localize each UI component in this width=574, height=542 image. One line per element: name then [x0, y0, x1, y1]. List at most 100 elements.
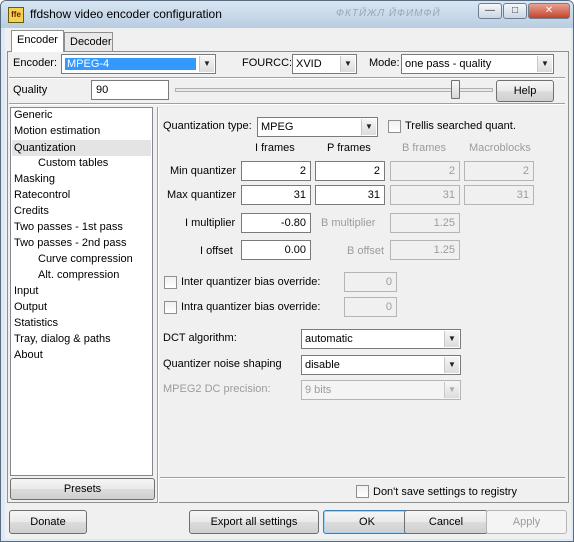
- minimize-button[interactable]: —: [478, 3, 502, 19]
- col-header-i-frames: I frames: [255, 142, 295, 154]
- quantization-type-select[interactable]: MPEG ▼: [257, 117, 378, 137]
- sidebar-item-alt-compression[interactable]: Alt. compression: [38, 269, 119, 281]
- sidebar-item-motion-estimation[interactable]: Motion estimation: [14, 125, 100, 137]
- inter-bias-override-input: 0: [344, 272, 397, 292]
- max-quantizer-p-input[interactable]: 31: [315, 185, 385, 205]
- donate-button[interactable]: Donate: [9, 510, 87, 534]
- dont-save-registry-checkbox[interactable]: [356, 485, 369, 498]
- quality-label: Quality: [13, 84, 48, 96]
- col-header-p-frames: P frames: [327, 142, 371, 154]
- noise-shaping-label: Quantizer noise shaping: [163, 358, 282, 370]
- sidebar-item-ratecontrol[interactable]: Ratecontrol: [14, 189, 70, 201]
- sidebar-divider: [157, 107, 159, 503]
- dont-save-registry-label: Don't save settings to registry: [373, 486, 517, 498]
- maximize-icon: □: [511, 5, 519, 16]
- intra-bias-override-checkbox[interactable]: [164, 301, 177, 314]
- footer-separator: [160, 477, 565, 479]
- noise-shaping-value: disable: [305, 359, 340, 371]
- dct-algorithm-value: automatic: [305, 333, 353, 345]
- close-icon: ✕: [544, 5, 554, 16]
- inter-bias-override-label: Inter quantizer bias override:: [181, 276, 321, 288]
- chevron-down-icon: ▼: [340, 56, 355, 72]
- intra-bias-override-label: Intra quantizer bias override:: [181, 301, 321, 313]
- b-multiplier-label: B multiplier: [321, 217, 376, 229]
- sidebar-item-two-passes-2nd[interactable]: Two passes - 2nd pass: [14, 237, 127, 249]
- maximize-button[interactable]: □: [503, 3, 527, 19]
- sidebar-item-quantization[interactable]: Quantization: [12, 140, 151, 156]
- i-offset-input[interactable]: 0.00: [241, 240, 311, 260]
- min-quantizer-i-input[interactable]: 2: [241, 161, 311, 181]
- fourcc-select[interactable]: XVID ▼: [292, 54, 357, 74]
- min-quantizer-macroblocks-input: 2: [464, 161, 534, 181]
- sidebar-item-generic[interactable]: Generic: [14, 109, 53, 121]
- sidebar-item-credits[interactable]: Credits: [14, 205, 49, 217]
- i-offset-label: I offset: [200, 245, 233, 257]
- chevron-down-icon: ▼: [444, 331, 459, 347]
- dct-algorithm-label: DCT algorithm:: [163, 332, 237, 344]
- encoder-select-value: MPEG-4: [65, 58, 196, 70]
- ffdshow-app-icon[interactable]: ffe: [8, 7, 24, 23]
- dct-algorithm-select[interactable]: automatic ▼: [301, 329, 461, 349]
- sidebar-item-curve-compression[interactable]: Curve compression: [38, 253, 133, 265]
- sidebar-item-about[interactable]: About: [14, 349, 43, 361]
- obscured-title-text: ФКТЙЖЛ ЙФИМФЙ: [336, 8, 441, 19]
- col-header-b-frames: B frames: [402, 142, 447, 154]
- close-button[interactable]: ✕: [528, 3, 570, 19]
- max-quantizer-b-input: 31: [390, 185, 460, 205]
- presets-button[interactable]: Presets: [10, 478, 155, 500]
- chevron-down-icon: ▼: [444, 357, 459, 373]
- minimize-icon: —: [485, 5, 495, 16]
- quality-input[interactable]: 90: [91, 80, 169, 100]
- i-multiplier-label: I multiplier: [185, 217, 236, 229]
- max-quantizer-i-input[interactable]: 31: [241, 185, 311, 205]
- intra-bias-override-input: 0: [344, 297, 397, 317]
- trellis-checkbox[interactable]: [388, 120, 401, 133]
- fourcc-label: FOURCC:: [242, 57, 293, 69]
- sidebar-item-custom-tables[interactable]: Custom tables: [38, 157, 108, 169]
- apply-button: Apply: [486, 510, 567, 534]
- mpeg2-dc-precision-label: MPEG2 DC precision:: [163, 383, 271, 395]
- i-multiplier-input[interactable]: -0.80: [241, 213, 311, 233]
- sidebar-item-two-passes-1st[interactable]: Two passes - 1st pass: [14, 221, 123, 233]
- tab-encoder[interactable]: Encoder: [11, 30, 64, 52]
- quality-slider-handle[interactable]: [451, 80, 460, 99]
- quality-separator-bottom: [9, 103, 565, 105]
- cancel-button[interactable]: Cancel: [404, 510, 488, 534]
- noise-shaping-select[interactable]: disable ▼: [301, 355, 461, 375]
- fourcc-select-value: XVID: [296, 58, 322, 70]
- chevron-down-icon: ▼: [537, 56, 552, 72]
- mode-label: Mode:: [369, 57, 400, 69]
- inter-bias-override-checkbox[interactable]: [164, 276, 177, 289]
- quantization-type-value: MPEG: [261, 121, 294, 133]
- sidebar-item-tray-dialog-paths[interactable]: Tray, dialog & paths: [14, 333, 111, 345]
- b-offset-input: 1.25: [390, 240, 460, 260]
- tab-decoder[interactable]: Decoder: [64, 32, 113, 52]
- max-quantizer-label: Max quantizer: [167, 189, 237, 201]
- title-bar[interactable]: ffe ffdshow video encoder configuration …: [1, 1, 573, 28]
- min-quantizer-p-input[interactable]: 2: [315, 161, 385, 181]
- trellis-label: Trellis searched quant.: [405, 120, 516, 132]
- min-quantizer-b-input: 2: [390, 161, 460, 181]
- ok-button[interactable]: OK: [323, 510, 411, 534]
- quantization-type-label: Quantization type:: [163, 120, 252, 132]
- mpeg2-dc-precision-value: 9 bits: [305, 384, 332, 396]
- max-quantizer-macroblocks-input: 31: [464, 185, 534, 205]
- sidebar-page-list[interactable]: Generic Motion estimation Quantization C…: [10, 107, 153, 476]
- chevron-down-icon: ▼: [199, 56, 214, 72]
- app-window: ffe ffdshow video encoder configuration …: [0, 0, 574, 542]
- col-header-macroblocks: Macroblocks: [469, 142, 531, 154]
- help-button[interactable]: Help: [496, 80, 554, 102]
- export-all-settings-button[interactable]: Export all settings: [189, 510, 319, 534]
- mode-select[interactable]: one pass - quality ▼: [401, 54, 554, 74]
- sidebar-item-output[interactable]: Output: [14, 301, 47, 313]
- chevron-down-icon: ▼: [444, 382, 459, 398]
- encoder-select[interactable]: MPEG-4 ▼: [61, 54, 216, 74]
- sidebar-item-statistics[interactable]: Statistics: [14, 317, 58, 329]
- sidebar-item-masking[interactable]: Masking: [14, 173, 55, 185]
- sidebar-item-input[interactable]: Input: [14, 285, 38, 297]
- b-multiplier-input: 1.25: [390, 213, 460, 233]
- b-offset-label: B offset: [347, 245, 385, 257]
- quality-separator-top: [9, 77, 565, 79]
- chevron-down-icon: ▼: [361, 119, 376, 135]
- quality-slider-track[interactable]: [175, 88, 493, 92]
